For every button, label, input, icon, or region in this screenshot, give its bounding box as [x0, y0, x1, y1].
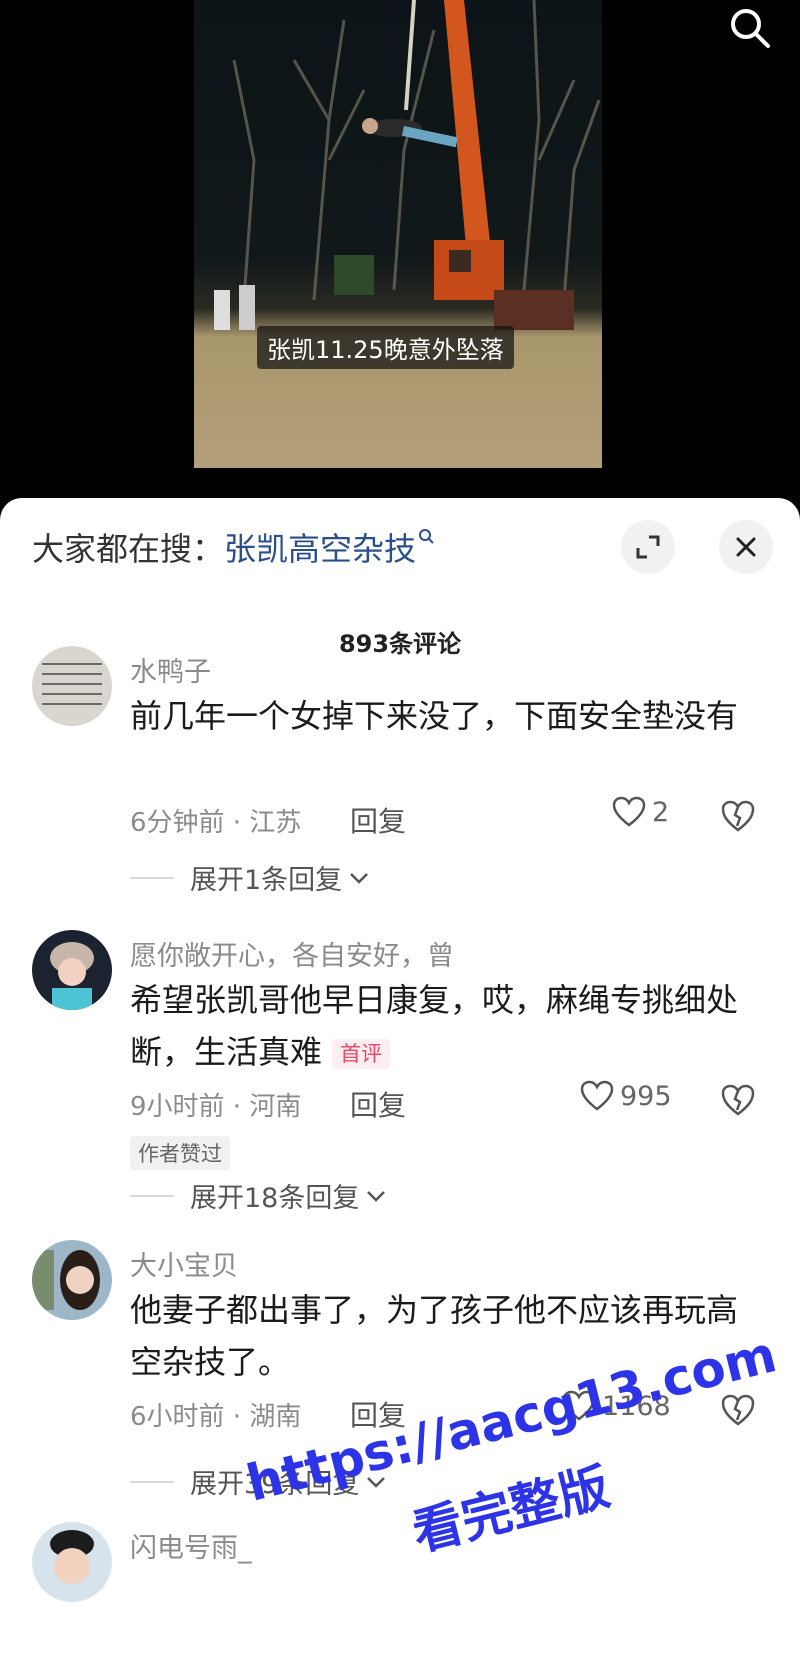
avatar-image: [32, 1240, 112, 1320]
sheet-header: 大家都在搜：张凯高空杂技: [0, 498, 800, 598]
comment-time-location: 6分钟前 · 江苏: [130, 808, 302, 838]
comment-text: 前几年一个女掉下来没了，下面安全垫没有: [130, 697, 739, 735]
like-button[interactable]: 2: [612, 796, 669, 828]
comment-time-location: 6小时前 · 湖南: [130, 1402, 302, 1432]
comment-text: 希望张凯哥他早日康复，哎，麻绳专挑细处断，生活真难 首评: [130, 974, 750, 1078]
small-search-icon: [419, 529, 434, 544]
reply-button[interactable]: 回复: [350, 800, 406, 840]
avatar[interactable]: [32, 1522, 112, 1602]
close-icon: [736, 537, 756, 557]
reply-button[interactable]: 回复: [350, 1084, 406, 1124]
expand-button[interactable]: [621, 520, 675, 574]
expand-replies-label: 展开39条回复: [190, 1469, 360, 1500]
expand-replies-label: 展开1条回复: [190, 865, 343, 896]
like-count: 1168: [602, 1390, 671, 1422]
avatar-image: [32, 646, 112, 726]
hot-search-keyword[interactable]: 张凯高空杂技: [224, 530, 416, 568]
comment-time-location: 9小时前 · 河南: [130, 1092, 302, 1122]
expand-replies-label: 展开18条回复: [190, 1183, 360, 1214]
divider-line: [130, 1194, 174, 1197]
comment-item: 水鸭子 前几年一个女掉下来没了，下面安全垫没有 6分钟前 · 江苏 回复 2 展…: [0, 646, 800, 906]
like-button[interactable]: 1168: [562, 1390, 671, 1422]
video-caption: 张凯11.25晚意外坠落: [257, 326, 514, 369]
heart-icon: [612, 796, 646, 827]
first-comment-badge: 首评: [332, 1039, 391, 1069]
like-count: 2: [652, 796, 670, 828]
video-frame[interactable]: 张凯11.25晚意外坠落: [194, 0, 602, 468]
comment-author[interactable]: 水鸭子: [130, 650, 211, 689]
video-player[interactable]: 张凯11.25晚意外坠落: [0, 0, 800, 500]
dislike-icon[interactable]: [720, 798, 756, 834]
avatar[interactable]: [32, 1240, 112, 1320]
comment-author[interactable]: 闪电号雨_: [130, 1526, 252, 1565]
comment-item: 愿你敞开心，各自安好，曾 希望张凯哥他早日康复，哎，麻绳专挑细处断，生活真难 首评…: [0, 930, 800, 1214]
dislike-icon[interactable]: [720, 1392, 756, 1428]
avatar[interactable]: [32, 646, 112, 726]
hot-search[interactable]: 大家都在搜：张凯高空杂技: [32, 524, 434, 570]
author-liked-badge: 作者赞过: [130, 1136, 230, 1170]
close-button[interactable]: [719, 520, 773, 574]
comment-author[interactable]: 愿你敞开心，各自安好，曾: [130, 934, 454, 973]
heart-icon: [562, 1390, 596, 1421]
hot-search-label: 大家都在搜：: [32, 530, 225, 568]
search-icon: [731, 9, 770, 48]
expand-icon: [636, 535, 660, 559]
comment-item: 闪电号雨_: [0, 1522, 800, 1668]
dislike-icon[interactable]: [720, 1082, 756, 1118]
comment-author[interactable]: 大小宝贝: [130, 1244, 238, 1283]
divider-line: [130, 1480, 174, 1483]
comment-text-content: 希望张凯哥他早日康复，哎，麻绳专挑细处断，生活真难: [130, 981, 739, 1071]
chevron-down-icon: [367, 1190, 386, 1202]
reply-button[interactable]: 回复: [350, 1394, 406, 1434]
chevron-down-icon: [367, 1476, 386, 1488]
expand-replies[interactable]: 展开18条回复: [130, 1176, 387, 1215]
chevron-down-icon: [350, 872, 369, 884]
avatar[interactable]: [32, 930, 112, 1010]
heart-icon: [580, 1080, 614, 1111]
search-button[interactable]: [728, 6, 772, 50]
comment-sheet: 大家都在搜：张凯高空杂技 893条评论 水鸭子 前几年一个女掉下来没了，下面安全…: [0, 498, 800, 1668]
divider-line: [130, 876, 174, 879]
expand-replies[interactable]: 展开1条回复: [130, 858, 370, 897]
avatar-image: [32, 930, 112, 1010]
expand-replies[interactable]: 展开39条回复: [130, 1462, 387, 1501]
avatar-image: [32, 1522, 112, 1602]
comment-item: 大小宝贝 他妻子都出事了，为了孩子他不应该再玩高空杂技了。 6小时前 · 湖南 …: [0, 1240, 800, 1510]
like-count: 995: [620, 1080, 672, 1112]
video-scene-image: [214, 0, 601, 330]
comment-text: 他妻子都出事了，为了孩子他不应该再玩高空杂技了。: [130, 1291, 739, 1381]
like-button[interactable]: 995: [580, 1080, 672, 1112]
